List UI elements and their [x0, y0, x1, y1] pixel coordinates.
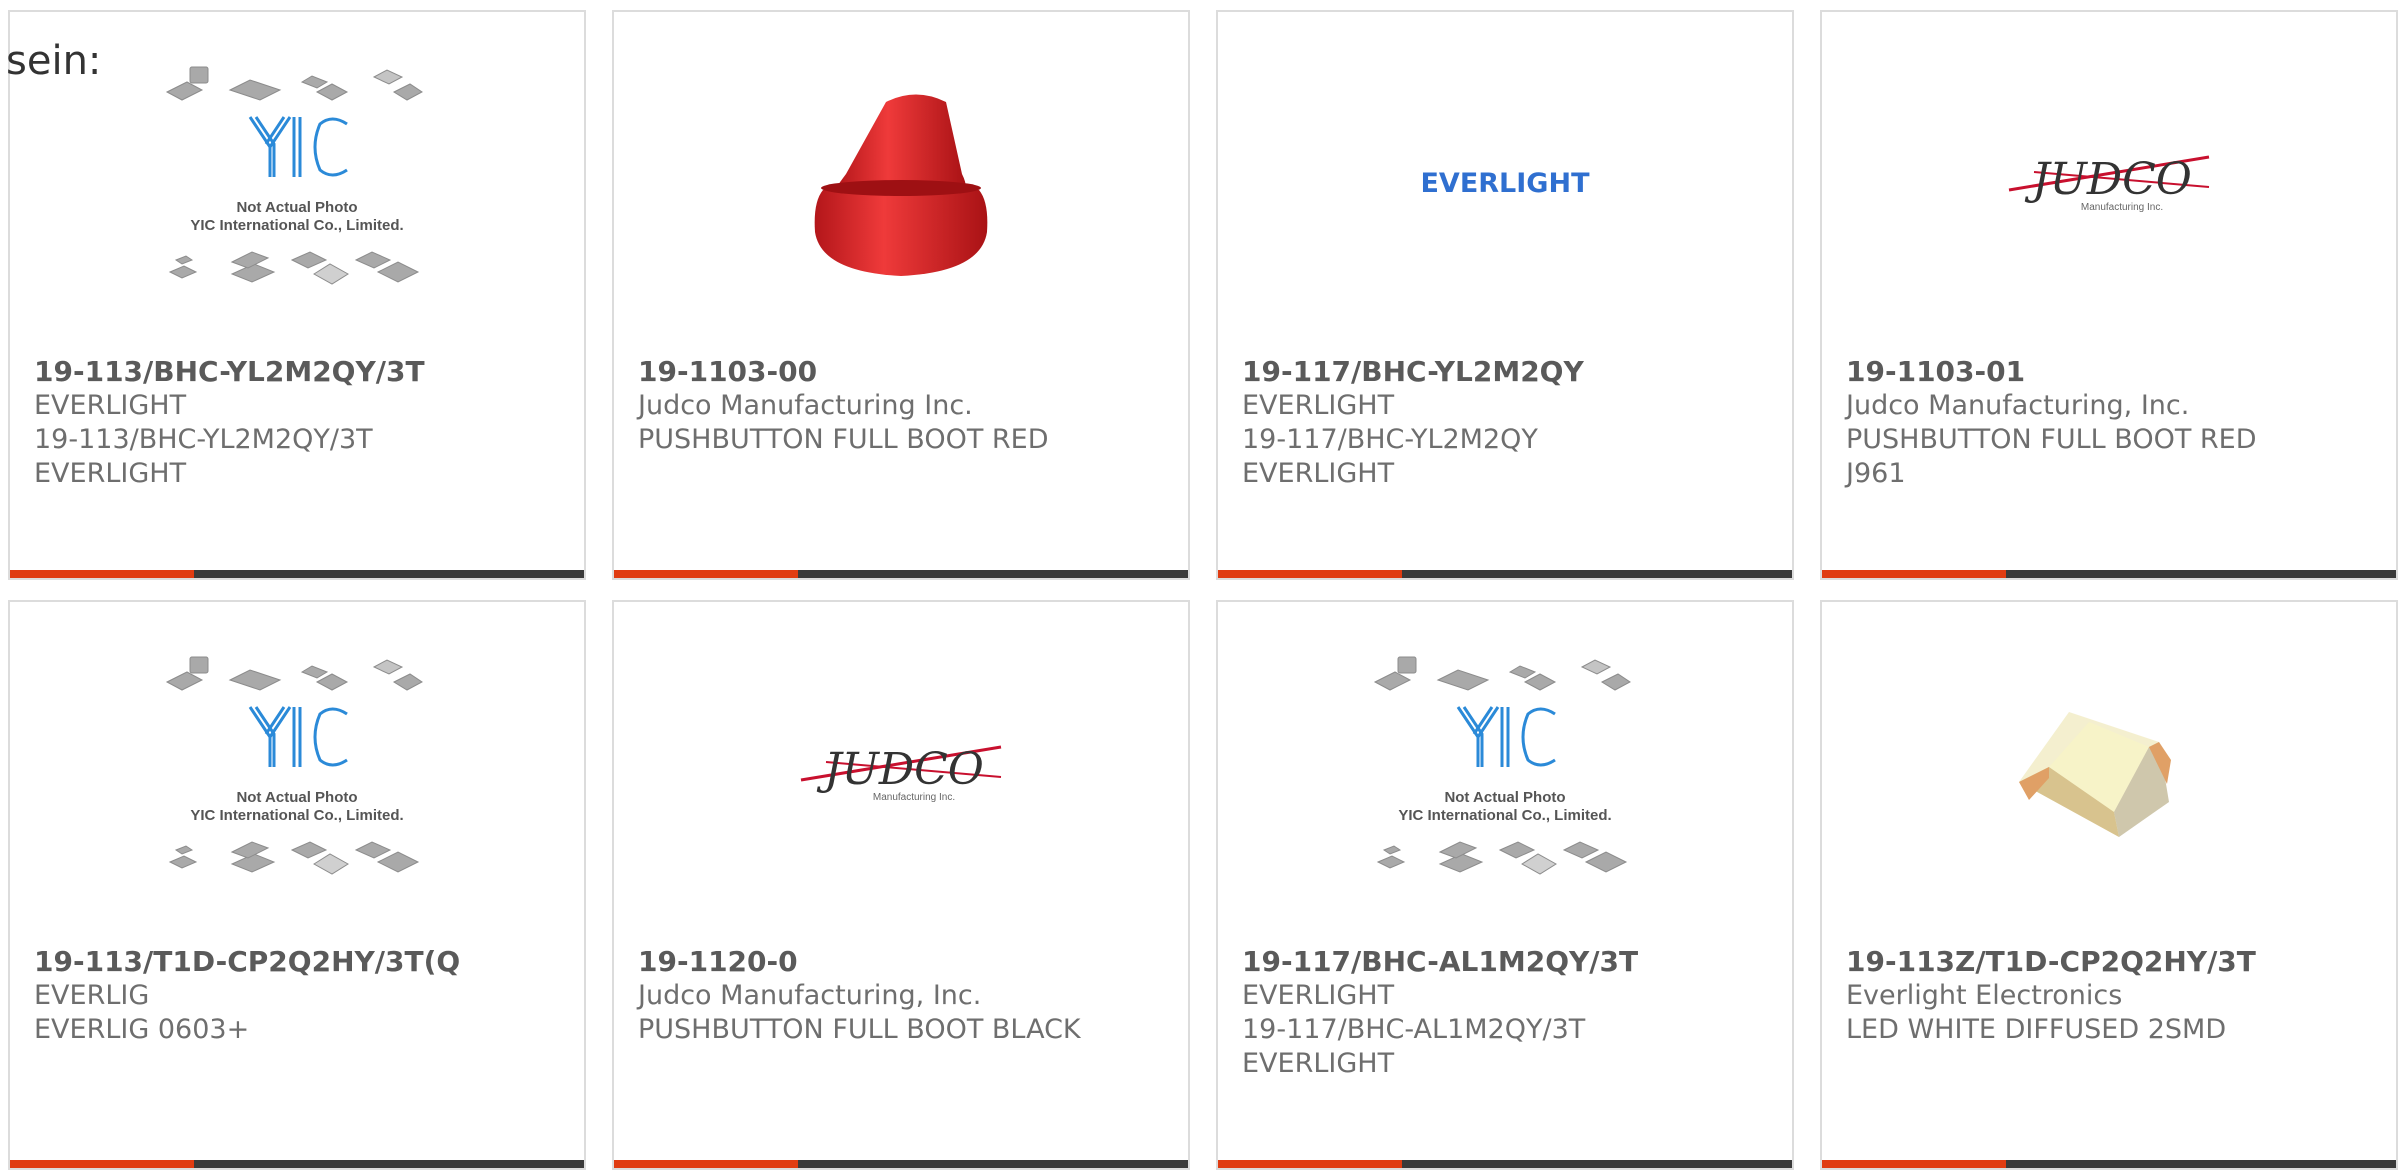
product-card[interactable]: 19-113Z/T1D-CP2Q2HY/3T Everlight Electron…	[1820, 600, 2398, 1170]
description-line: EVERLIGHT	[1242, 1048, 1395, 1079]
placeholder-caption-1: Not Actual Photo	[1444, 789, 1565, 806]
product-image-area[interactable]	[1822, 602, 2396, 942]
manufacturer-label: EVERLIGHT	[34, 390, 187, 421]
part-number-link[interactable]: 19-1103-01	[1846, 355, 2386, 389]
red-boot-image	[801, 82, 1001, 282]
judco-logo-sub: Manufacturing Inc.	[2081, 202, 2163, 213]
card-bottom-bar	[614, 570, 1188, 578]
description-line: EVERLIG 0603+	[34, 1014, 250, 1045]
manufacturer-label: Judco Manufacturing, Inc.	[638, 980, 982, 1011]
led-chip-image	[2009, 672, 2209, 872]
card-bottom-bar	[10, 570, 584, 578]
everlight-logo-text: EVERLIGHT	[1420, 168, 1590, 199]
product-image-area[interactable]: Not Actual Photo YIC International Co., …	[1218, 602, 1792, 942]
yic-placeholder-image: Not Actual Photo YIC International Co., …	[162, 652, 432, 892]
description-line: PUSHBUTTON FULL BOOT RED	[638, 424, 1049, 455]
product-info: 19-117/BHC-YL2M2QY EVERLIGHT 19-117/BHC-YL…	[1242, 355, 1782, 491]
product-info: 19-1103-01 Judco Manufacturing, Inc. PUSHB…	[1846, 355, 2386, 491]
description-line: LED WHITE DIFFUSED 2SMD	[1846, 1014, 2227, 1045]
placeholder-caption-1: Not Actual Photo	[236, 789, 357, 806]
card-accent-bar	[1822, 1160, 2006, 1168]
manufacturer-label: EVERLIGHT	[1242, 390, 1395, 421]
judco-logo-text: JUDCO	[816, 744, 984, 795]
placeholder-caption-2: YIC International Co., Limited.	[190, 217, 403, 234]
card-accent-bar	[614, 1160, 798, 1168]
part-number-link[interactable]: 19-1103-00	[638, 355, 1178, 389]
card-bottom-bar	[1218, 570, 1792, 578]
card-accent-bar	[10, 570, 194, 578]
manufacturer-label: Judco Manufacturing, Inc.	[1846, 390, 2190, 421]
judco-logo-text: JUDCO	[2024, 154, 2192, 205]
product-card[interactable]: Not Actual Photo YIC International Co., …	[1216, 600, 1794, 1170]
description-line: 19-113/BHC-YL2M2QY/3T	[34, 424, 373, 455]
product-card[interactable]: EVERLIGHT 19-117/BHC-YL2M2QY EVERLIGHT 19-…	[1216, 10, 1794, 580]
product-card[interactable]: Not Actual Photo YIC International Co., …	[8, 10, 586, 580]
placeholder-caption-1: Not Actual Photo	[236, 199, 357, 216]
part-number-link[interactable]: 19-113/BHC-YL2M2QY/3T	[34, 355, 574, 389]
product-info: 19-113/BHC-YL2M2QY/3T EVERLIGHT 19-113/BHC…	[34, 355, 574, 491]
product-info: 19-117/BHC-AL1M2QY/3T EVERLIGHT 19-117/BHC…	[1242, 945, 1782, 1081]
manufacturer-label: EVERLIGHT	[1242, 980, 1395, 1011]
card-accent-bar	[10, 1160, 194, 1168]
product-image-area[interactable]: JUDCO Manufacturing Inc.	[614, 602, 1188, 942]
everlight-logo-image: EVERLIGHT	[1400, 162, 1610, 202]
product-info: 19-113/T1D-CP2Q2HY/3T(Q EVERLIG EVERLIG 06…	[34, 945, 574, 1047]
card-accent-bar	[1218, 570, 1402, 578]
description-line: 19-117/BHC-AL1M2QY/3T	[1242, 1014, 1586, 1045]
card-bottom-bar	[1822, 1160, 2396, 1168]
card-accent-bar	[1822, 570, 2006, 578]
judco-logo-image: JUDCO Manufacturing Inc.	[2004, 132, 2214, 232]
yic-placeholder-image: Not Actual Photo YIC International Co., …	[162, 62, 432, 302]
product-info: 19-113Z/T1D-CP2Q2HY/3T Everlight Electron…	[1846, 945, 2386, 1047]
description-line: J961	[1846, 458, 1906, 489]
product-image-area[interactable]: EVERLIGHT	[1218, 12, 1792, 352]
product-info: 19-1103-00 Judco Manufacturing Inc. PUSHBU…	[638, 355, 1178, 457]
description-line: EVERLIGHT	[1242, 458, 1395, 489]
intro-text: sein:	[6, 38, 102, 84]
description-line: EVERLIGHT	[34, 458, 187, 489]
description-line: 19-117/BHC-YL2M2QY	[1242, 424, 1538, 455]
manufacturer-label: Everlight Electronics	[1846, 980, 2123, 1011]
placeholder-caption-2: YIC International Co., Limited.	[1398, 807, 1611, 824]
card-bottom-bar	[1822, 570, 2396, 578]
yic-placeholder-image: Not Actual Photo YIC International Co., …	[1370, 652, 1640, 892]
manufacturer-label: Judco Manufacturing Inc.	[638, 390, 973, 421]
description-line: PUSHBUTTON FULL BOOT BLACK	[638, 1014, 1081, 1045]
part-number-link[interactable]: 19-113/T1D-CP2Q2HY/3T(Q	[34, 945, 574, 979]
manufacturer-label: EVERLIG	[34, 980, 150, 1011]
card-accent-bar	[614, 570, 798, 578]
card-accent-bar	[1218, 1160, 1402, 1168]
part-number-link[interactable]: 19-1120-0	[638, 945, 1178, 979]
product-image-area[interactable]: JUDCO Manufacturing Inc.	[1822, 12, 2396, 352]
description-line: PUSHBUTTON FULL BOOT RED	[1846, 424, 2257, 455]
placeholder-caption-2: YIC International Co., Limited.	[190, 807, 403, 824]
product-info: 19-1120-0 Judco Manufacturing, Inc. PUSHBU…	[638, 945, 1178, 1047]
part-number-link[interactable]: 19-113Z/T1D-CP2Q2HY/3T	[1846, 945, 2386, 979]
judco-logo-image: JUDCO Manufacturing Inc.	[796, 722, 1006, 822]
product-card[interactable]: JUDCO Manufacturing Inc. 19-1120-0 Judco …	[612, 600, 1190, 1170]
product-card[interactable]: 19-1103-00 Judco Manufacturing Inc. PUSHBU…	[612, 10, 1190, 580]
card-bottom-bar	[10, 1160, 584, 1168]
card-bottom-bar	[614, 1160, 1188, 1168]
part-number-link[interactable]: 19-117/BHC-AL1M2QY/3T	[1242, 945, 1782, 979]
product-card[interactable]: Not Actual Photo YIC International Co., …	[8, 600, 586, 1170]
product-image-area[interactable]	[614, 12, 1188, 352]
product-card[interactable]: JUDCO Manufacturing Inc. 19-1103-01 Judco…	[1820, 10, 2398, 580]
judco-logo-sub: Manufacturing Inc.	[873, 792, 955, 803]
card-bottom-bar	[1218, 1160, 1792, 1168]
part-number-link[interactable]: 19-117/BHC-YL2M2QY	[1242, 355, 1782, 389]
product-image-area[interactable]: Not Actual Photo YIC International Co., …	[10, 602, 584, 942]
